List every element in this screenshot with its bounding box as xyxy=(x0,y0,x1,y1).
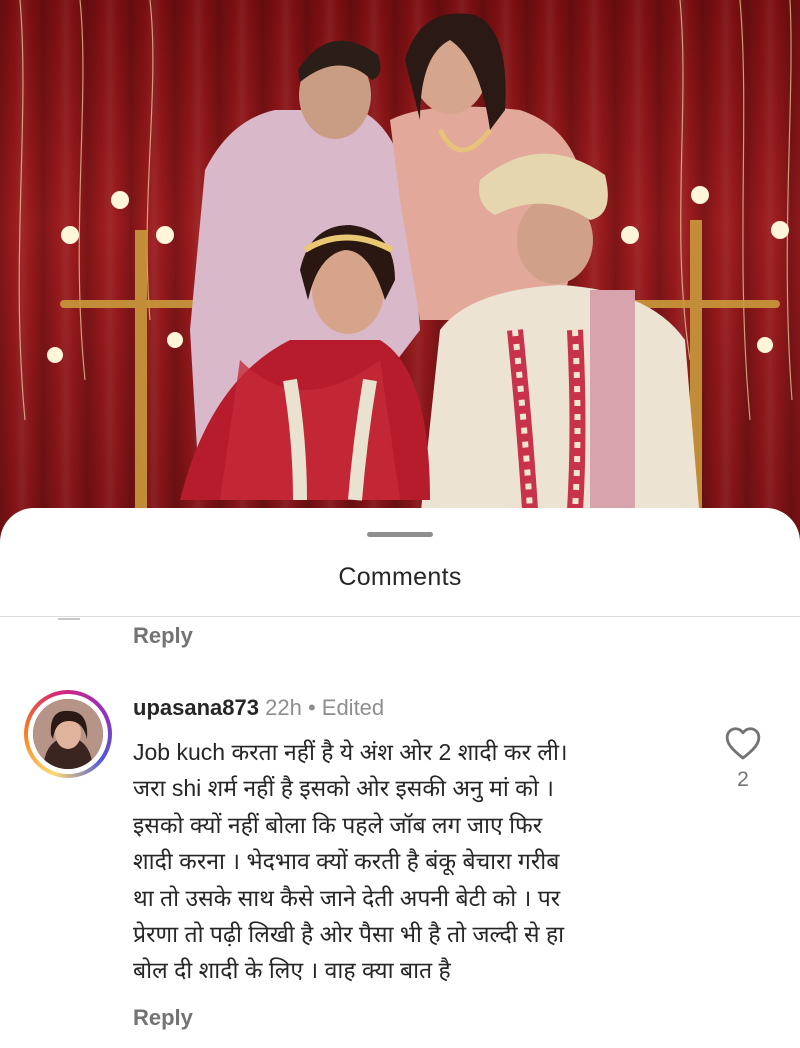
comment-meta: upasana873 22h • Edited xyxy=(133,695,384,721)
sheet-drag-handle[interactable] xyxy=(367,532,433,537)
comment-username[interactable]: upasana873 xyxy=(133,695,259,720)
edited-label: Edited xyxy=(321,695,385,720)
photo-illustration xyxy=(18,0,793,520)
comment-time: 22h xyxy=(265,695,302,720)
avatar[interactable] xyxy=(33,699,103,769)
comment-line: शादी करना । भेदभाव क्यों करती है बंकू बे… xyxy=(133,848,560,875)
comment-line: Job kuch करता नहीं है ये अंश ओर 2 शादी क… xyxy=(133,739,568,765)
comment-text: Job kuch करता नहीं है ये अंश ओर 2 शादी क… xyxy=(133,734,693,989)
comment-line: जरा shi शर्म नहीं है इसको ओर इसकी अनु मा… xyxy=(133,775,554,802)
comment-line: इसको क्यों नहीं बोला कि पहले जॉब लग जाए … xyxy=(133,811,543,838)
avatar-image xyxy=(33,699,103,769)
previous-comment-thread-line xyxy=(58,618,80,620)
heart-outline-icon[interactable] xyxy=(724,725,762,761)
comment-reply-button[interactable]: Reply xyxy=(133,1005,193,1031)
comments-title: Comments xyxy=(338,563,462,591)
previous-comment-reply-button[interactable]: Reply xyxy=(133,623,193,649)
comment-line: था तो उसके साथ कैसे जाने देती अपनी बेटी … xyxy=(133,884,561,911)
post-photo xyxy=(0,0,800,560)
header-divider xyxy=(0,616,800,617)
meta-separator: • xyxy=(307,695,316,720)
story-ring[interactable] xyxy=(24,690,112,778)
comment-line: बोल दी शादी के लिए । वाह क्या बात है xyxy=(133,957,451,984)
like-count: 2 xyxy=(737,768,749,791)
comment-line: प्रेरणा तो पढ़ी लिखी है ओर पैसा भी है तो… xyxy=(133,921,565,948)
